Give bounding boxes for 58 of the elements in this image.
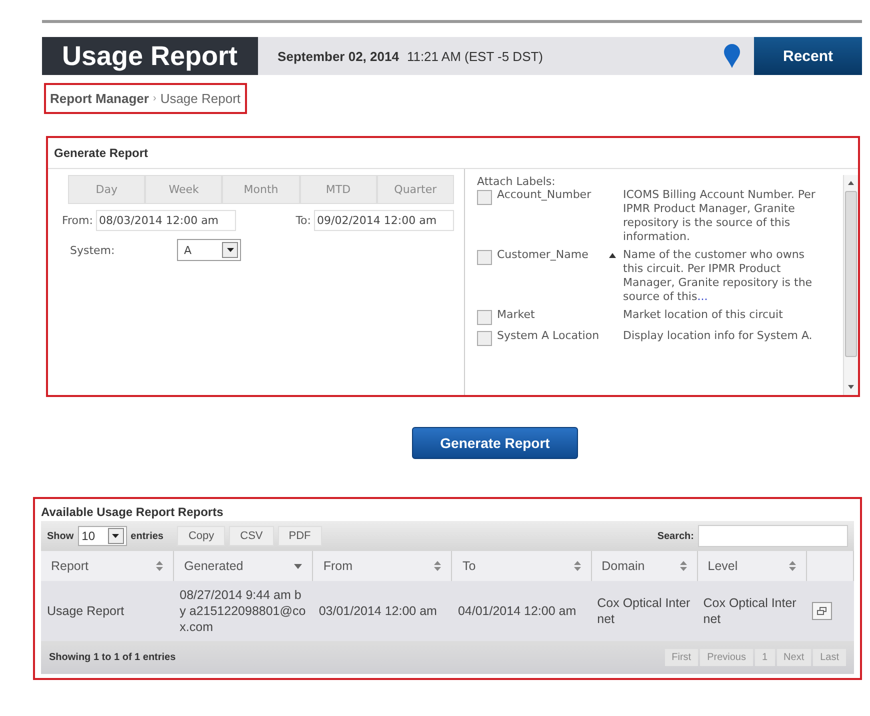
label-description: Name of the customer who owns this circuit. Per IPMR Product Manager, Granite repository is the source of this... <box>623 248 814 304</box>
label-checkbox[interactable] <box>477 331 492 346</box>
to-date-field[interactable]: 09/02/2014 12:00 am <box>314 210 454 231</box>
date-text: September 02, 2014 <box>278 48 399 64</box>
search-label: Search: <box>657 530 694 542</box>
label-name: Account_Number <box>497 188 592 203</box>
label-description: Display location info for System A. <box>623 329 814 344</box>
map-pin-icon[interactable] <box>724 44 740 68</box>
label-name: Market <box>497 308 536 323</box>
column-header[interactable]: Domain <box>591 551 698 581</box>
table-cell: 04/01/2014 12:00 am <box>452 581 592 641</box>
label-checkbox[interactable] <box>477 310 492 325</box>
caret-icon <box>226 248 234 252</box>
label-description: ICOMS Billing Account Number. Per IPMR Product Manager, Granite repository is the source of this information. <box>623 188 816 244</box>
label-name: System A Location <box>497 329 600 344</box>
more-link[interactable]: ... <box>697 290 708 303</box>
scroll-down-arrow-icon[interactable] <box>848 385 854 389</box>
page-size-select[interactable]: 10 <box>78 526 127 546</box>
table-cell: Cox Optical Internet <box>591 581 698 641</box>
scroll-up-arrow-icon[interactable] <box>848 181 854 185</box>
entries-info: Showing 1 to 1 of 1 entries <box>49 652 177 663</box>
breadcrumb-separator: › <box>152 93 156 104</box>
recent-button[interactable]: Recent <box>754 37 862 75</box>
table-cell: 08/27/2014 9:44 am by a215122098801@cox.com <box>174 581 313 641</box>
column-header[interactable]: Generated <box>174 551 313 581</box>
system-label: System: <box>69 244 116 256</box>
column-header[interactable]: To <box>452 551 592 581</box>
to-label: To: <box>296 214 311 227</box>
label-name: Customer_Name <box>497 248 590 263</box>
export-button[interactable]: Copy <box>177 526 226 546</box>
panel-title: Available Usage Report Reports <box>41 505 224 519</box>
system-select[interactable]: A <box>177 239 241 261</box>
export-button[interactable]: PDF <box>278 526 322 546</box>
show-label: Show <box>47 530 74 542</box>
entries-label: entries <box>130 530 164 542</box>
table-cell: 03/01/2014 12:00 am <box>312 581 452 641</box>
from-label: From: <box>62 214 93 227</box>
attach-labels-heading: Attach Labels: <box>477 175 556 188</box>
label-checkbox[interactable] <box>477 250 492 265</box>
caret-icon <box>112 534 120 538</box>
column-header[interactable]: Level <box>697 551 806 581</box>
page-title: Usage Report <box>42 37 258 75</box>
breadcrumb-current: Usage Report <box>160 91 241 106</box>
breadcrumb-link[interactable]: Report Manager <box>50 91 149 106</box>
panel-title: Generate Report <box>48 138 858 169</box>
export-button[interactable]: CSV <box>229 526 274 546</box>
time-text: 11:21 AM (EST -5 DST) <box>406 48 544 64</box>
column-header[interactable]: Report <box>41 551 174 581</box>
table-cell: Usage Report <box>41 581 174 641</box>
column-header[interactable]: From <box>312 551 452 581</box>
generate-report-button[interactable]: Generate Report <box>412 427 578 459</box>
table-cell: Cox Optical Internet <box>697 581 806 641</box>
label-checkbox[interactable] <box>477 190 492 205</box>
label-description: Market location of this circuit <box>623 308 784 323</box>
scrollbar[interactable] <box>843 175 858 395</box>
from-date-field[interactable]: 08/03/2014 12:00 am <box>96 210 236 231</box>
open-window-icon[interactable] <box>812 602 832 620</box>
search-field[interactable] <box>698 525 848 547</box>
